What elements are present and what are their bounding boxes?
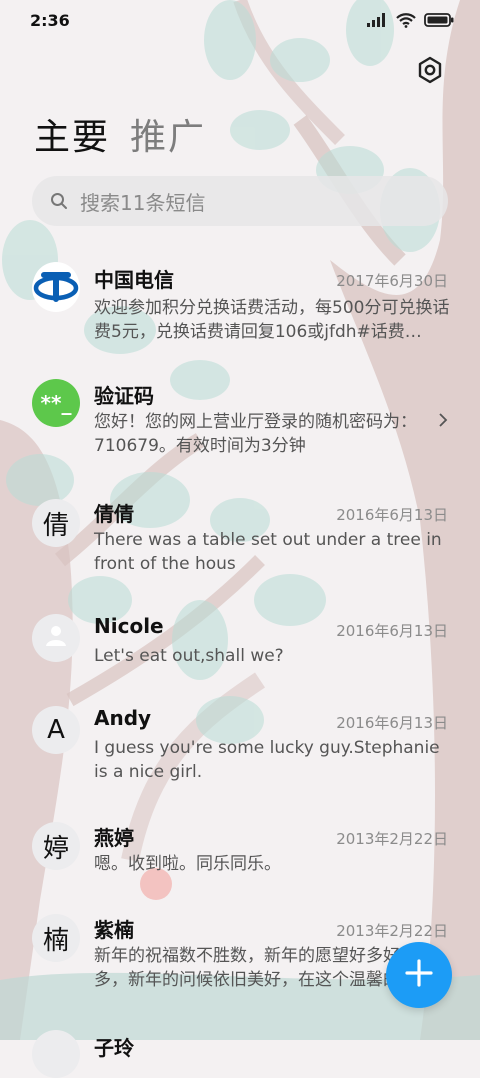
contact-name: 验证码	[94, 384, 154, 408]
message-preview: 新年的祝福数不胜数，新年的愿望好多好多，新年的问候依旧美好，在这个温馨的时刻	[94, 946, 417, 990]
contact-name: 倩倩	[94, 502, 134, 526]
conversation-item[interactable]: 婷 燕婷 2013年2月22日 嗯。收到啦。同乐同乐。	[0, 822, 480, 912]
tab-bar: 主要 推广	[34, 108, 206, 160]
contact-name: 燕婷	[94, 826, 134, 850]
gear-icon	[416, 56, 444, 88]
avatar: A	[32, 706, 80, 754]
message-preview: 欢迎参加积分兑换话费活动，每500分可兑换话费5元，兑换话费请回复106或jfd…	[94, 298, 450, 342]
status-time: 2:36	[30, 11, 70, 30]
search-icon	[50, 192, 68, 210]
contact-name: 中国电信	[94, 268, 174, 292]
avatar-text: 倩	[42, 510, 69, 541]
message-preview: 嗯。收到啦。同乐同乐。	[94, 854, 281, 874]
avatar-text: 婷	[42, 833, 69, 864]
avatar: 婷	[32, 822, 80, 870]
avatar-text: A	[47, 715, 65, 745]
new-message-button[interactable]	[386, 942, 452, 1008]
message-date: 2013年2月22日	[336, 830, 448, 848]
search-placeholder: 搜索11条短信	[80, 190, 206, 215]
status-icons	[366, 12, 454, 32]
message-preview: There was a table set out under a tree i…	[94, 530, 442, 574]
person-icon	[43, 622, 69, 655]
wifi-icon	[396, 12, 416, 32]
contact-name: 紫楠	[94, 918, 134, 942]
contact-name: 子玲	[94, 1036, 134, 1060]
conversation-item[interactable]: 倩 倩倩 2016年6月13日 There was a table set ou…	[0, 496, 480, 606]
china-telecom-logo-icon	[32, 261, 80, 316]
avatar: 楠	[32, 914, 80, 962]
message-date: 2016年6月13日	[336, 506, 448, 524]
avatar-text: 楠	[42, 925, 69, 956]
message-date: 2017年6月30日	[336, 272, 448, 290]
conversation-item[interactable]: 子玲	[0, 1026, 480, 1078]
message-preview: Let's eat out,shall we?	[94, 646, 284, 666]
avatar: 倩	[32, 499, 80, 547]
avatar	[32, 614, 80, 662]
conversation-item[interactable]: **_ 验证码 您好！您的网上营业厅登录的随机密码为：710679。有效时间为3…	[0, 376, 480, 486]
conversation-item[interactable]: 中国电信 2017年6月30日 欢迎参加积分兑换话费活动，每500分可兑换话费5…	[0, 256, 480, 366]
status-bar: 2:36	[0, 0, 480, 42]
message-preview: 您好！您的网上营业厅登录的随机密码为：710679。有效时间为3分钟	[94, 412, 417, 456]
message-date: 2013年2月22日	[336, 922, 448, 940]
contact-name: Andy	[94, 706, 152, 730]
message-date: 2016年6月13日	[336, 622, 448, 640]
tab-primary[interactable]: 主要	[34, 108, 110, 160]
avatar	[32, 1030, 80, 1078]
avatar	[32, 261, 80, 312]
chevron-right-icon	[438, 412, 448, 432]
contact-name: Nicole	[94, 614, 164, 638]
search-input[interactable]: 搜索11条短信	[32, 176, 448, 226]
plus-icon	[404, 958, 434, 992]
message-preview: I guess you're some lucky guy.Stephanie …	[94, 738, 440, 782]
battery-icon	[424, 12, 454, 32]
tab-promotions[interactable]: 推广	[130, 108, 206, 160]
settings-button[interactable]	[416, 56, 444, 84]
conversation-item[interactable]: Nicole 2016年6月13日 Let's eat out,shall we…	[0, 612, 480, 702]
signal-icon	[366, 12, 388, 32]
avatar: **_	[32, 379, 80, 427]
conversation-item[interactable]: A Andy 2016年6月13日 I guess you're some lu…	[0, 706, 480, 816]
message-date: 2016年6月13日	[336, 714, 448, 732]
avatar-text: **_	[40, 391, 72, 415]
